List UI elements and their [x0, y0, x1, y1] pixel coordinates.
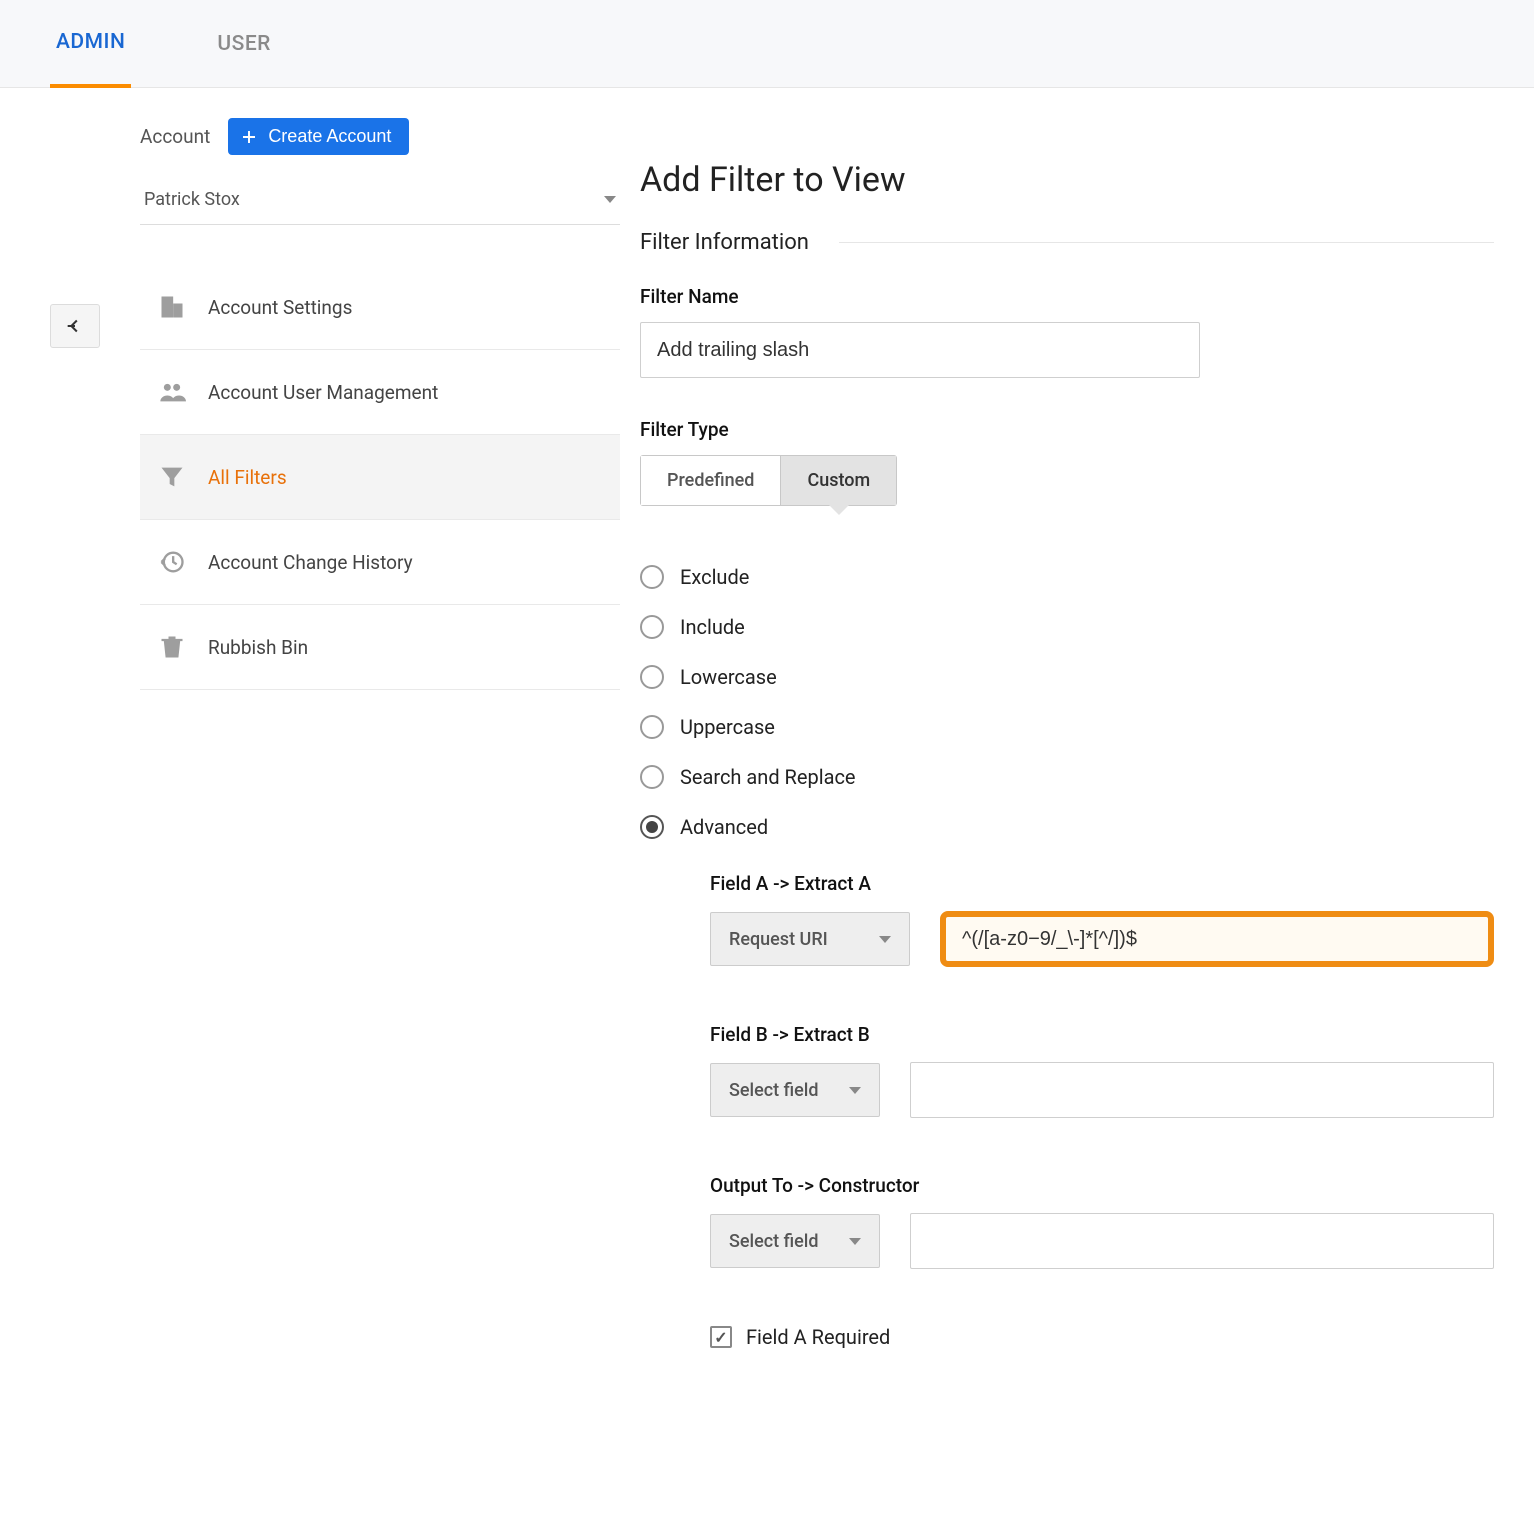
chevron-down-icon — [879, 936, 891, 943]
create-account-label: Create Account — [268, 126, 391, 147]
field-a-dropdown[interactable]: Request URI — [710, 912, 910, 966]
arrow-left-icon — [64, 315, 86, 337]
tab-admin[interactable]: ADMIN — [50, 0, 131, 88]
filter-type-custom[interactable]: Custom — [780, 456, 896, 505]
field-b-expression-input[interactable] — [910, 1062, 1494, 1118]
account-selector[interactable]: Patrick Stox — [140, 181, 620, 225]
radio-icon — [640, 765, 664, 789]
users-icon — [158, 378, 186, 406]
sidebar-item-rubbish-bin[interactable]: Rubbish Bin — [140, 605, 620, 690]
sidebar-item-account-settings[interactable]: Account Settings — [140, 265, 620, 350]
radio-exclude[interactable]: Exclude — [640, 552, 1494, 602]
output-expression-input[interactable] — [910, 1213, 1494, 1269]
create-account-button[interactable]: Create Account — [228, 118, 409, 155]
filter-name-input[interactable] — [640, 322, 1200, 378]
page-title: Add Filter to View — [640, 160, 1494, 200]
chevron-down-icon — [604, 196, 616, 203]
radio-lowercase[interactable]: Lowercase — [640, 652, 1494, 702]
radio-label: Search and Replace — [680, 765, 856, 789]
radio-label: Lowercase — [680, 665, 777, 689]
plus-icon — [240, 128, 258, 146]
filter-type-predefined[interactable]: Predefined — [641, 456, 780, 505]
radio-include[interactable]: Include — [640, 602, 1494, 652]
output-dropdown[interactable]: Select field — [710, 1214, 880, 1268]
account-label: Account — [140, 125, 210, 148]
field-b-label: Field B -> Extract B — [710, 1023, 1494, 1046]
building-icon — [158, 293, 186, 321]
radio-label: Exclude — [680, 565, 749, 589]
sidebar-item-label: All Filters — [208, 466, 287, 489]
sidebar-item-label: Account Settings — [208, 296, 352, 319]
sidebar-item-label: Account User Management — [208, 381, 438, 404]
sidebar-item-all-filters[interactable]: All Filters — [140, 435, 620, 520]
filter-name-label: Filter Name — [640, 285, 1494, 308]
radio-label: Uppercase — [680, 715, 775, 739]
radio-label: Include — [680, 615, 745, 639]
output-to-label: Output To -> Constructor — [710, 1174, 1494, 1197]
radio-label: Advanced — [680, 815, 768, 839]
checkbox-icon — [710, 1326, 732, 1348]
radio-icon — [640, 565, 664, 589]
radio-icon — [640, 615, 664, 639]
filter-type-toggle: Predefined Custom — [640, 455, 897, 506]
field-a-required-checkbox[interactable]: Field A Required — [710, 1325, 1494, 1349]
chevron-down-icon — [849, 1238, 861, 1245]
field-b-dropdown[interactable]: Select field — [710, 1063, 880, 1117]
checkbox-label: Field A Required — [746, 1325, 890, 1349]
dropdown-value: Request URI — [729, 929, 828, 950]
trash-icon — [158, 633, 186, 661]
selected-account-name: Patrick Stox — [144, 189, 240, 210]
admin-user-tabbar: ADMIN USER — [0, 0, 1534, 88]
field-a-label: Field A -> Extract A — [710, 872, 1494, 895]
radio-icon — [640, 715, 664, 739]
sidebar-item-label: Rubbish Bin — [208, 636, 308, 659]
sidebar-item-label: Account Change History — [208, 551, 413, 574]
field-a-expression-input[interactable] — [940, 911, 1494, 967]
tab-user[interactable]: USER — [211, 32, 277, 56]
sidebar-item-user-management[interactable]: Account User Management — [140, 350, 620, 435]
dropdown-value: Select field — [729, 1080, 819, 1101]
radio-icon — [640, 665, 664, 689]
filter-information-heading: Filter Information — [640, 230, 1494, 255]
back-button[interactable] — [50, 304, 100, 348]
funnel-icon — [158, 463, 186, 491]
chevron-down-icon — [849, 1087, 861, 1094]
radio-search-replace[interactable]: Search and Replace — [640, 752, 1494, 802]
radio-advanced[interactable]: Advanced — [640, 802, 1494, 852]
sidebar-item-change-history[interactable]: Account Change History — [140, 520, 620, 605]
history-icon — [158, 548, 186, 576]
radio-icon — [640, 815, 664, 839]
filter-type-label: Filter Type — [640, 418, 1494, 441]
radio-uppercase[interactable]: Uppercase — [640, 702, 1494, 752]
dropdown-value: Select field — [729, 1231, 819, 1252]
